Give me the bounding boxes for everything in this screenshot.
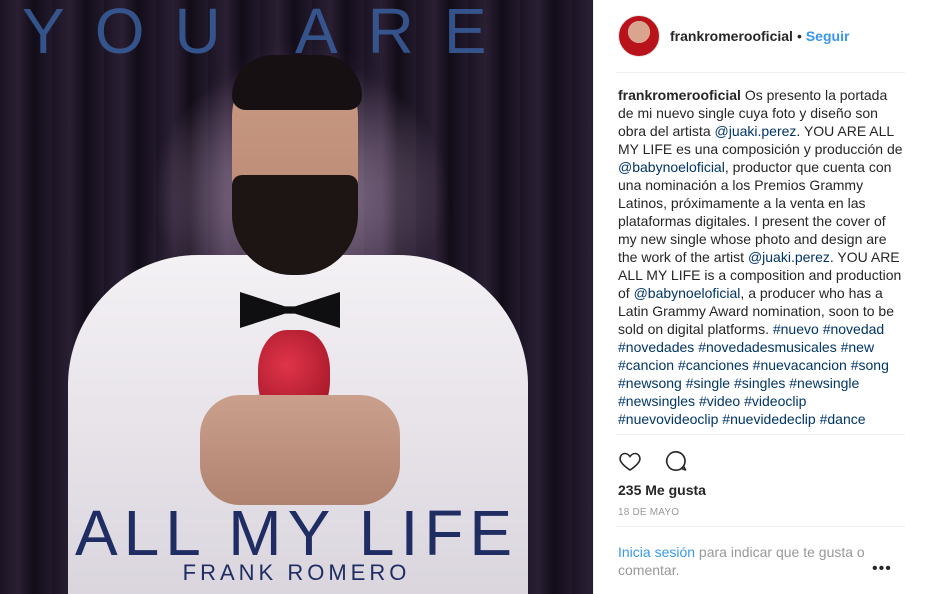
hashtag-link[interactable]: #nuevidedeclip: [722, 411, 815, 427]
post-header: frankromerooficial • Seguir: [594, 0, 925, 72]
post-date[interactable]: 18 DE MAYO: [618, 507, 679, 518]
hashtag-link[interactable]: #cancion: [618, 357, 674, 373]
hair: [232, 55, 362, 110]
follow-button[interactable]: Seguir: [806, 28, 850, 44]
footer-divider: [616, 526, 905, 527]
cover-title-bottom: ALL MY LIFE: [74, 497, 519, 569]
hashtag-link[interactable]: #video: [699, 393, 740, 409]
hashtag-link[interactable]: #novedad: [823, 321, 885, 337]
mention-link[interactable]: @juaki.perez: [715, 123, 797, 139]
hashtag-link[interactable]: #canciones: [678, 357, 749, 373]
mention-link[interactable]: @babynoeloficial: [618, 159, 725, 175]
hashtag-link[interactable]: #newsingles: [618, 393, 695, 409]
hashtag-link[interactable]: #nuevo: [773, 321, 819, 337]
heart-icon[interactable]: [618, 449, 642, 473]
caption: frankromerooficial Os presento la portad…: [618, 86, 906, 434]
post: YOU ARE ALL MY LIFE FRANK ROMERO frankro…: [0, 0, 925, 594]
caption-username[interactable]: frankromerooficial: [618, 87, 741, 103]
hashtag-link[interactable]: #nuevovideoclip: [618, 411, 718, 427]
comment-icon[interactable]: [664, 449, 688, 473]
more-options-icon[interactable]: •••: [872, 560, 892, 578]
hashtag-link[interactable]: #novedades: [618, 339, 694, 355]
hashtag-link[interactable]: #nuevacancion: [753, 357, 847, 373]
caption-divider: [616, 434, 905, 435]
cover-artist: FRANK ROMERO: [182, 560, 411, 585]
mention-link[interactable]: @juaki.perez: [748, 249, 830, 265]
hashtag-link[interactable]: #dance: [820, 411, 866, 427]
post-image[interactable]: YOU ARE ALL MY LIFE FRANK ROMERO: [0, 0, 593, 594]
hashtag-link[interactable]: #videoclip: [744, 393, 806, 409]
mention-link[interactable]: @babynoeloficial: [634, 285, 741, 301]
hashtag-link[interactable]: #singles: [734, 375, 785, 391]
avatar[interactable]: [618, 15, 660, 57]
separator-dot: •: [796, 28, 802, 44]
hashtag-link[interactable]: #single: [686, 375, 730, 391]
login-prompt: Inicia sesión para indicar que te gusta …: [618, 543, 888, 579]
hashtag-link[interactable]: #newsingle: [789, 375, 859, 391]
action-bar: [618, 446, 710, 476]
hashtag-link[interactable]: #new: [841, 339, 874, 355]
hashtag-link[interactable]: #newsong: [618, 375, 682, 391]
hashtag-link[interactable]: #song: [851, 357, 889, 373]
like-count[interactable]: 235 Me gusta: [618, 482, 706, 498]
post-sidebar: frankromerooficial • Seguir frankromeroo…: [593, 0, 925, 594]
hashtag-link[interactable]: #novedadesmusicales: [698, 339, 837, 355]
header-divider: [616, 72, 905, 73]
hands: [200, 395, 400, 505]
login-link[interactable]: Inicia sesión: [618, 544, 695, 560]
header-username[interactable]: frankromerooficial: [670, 28, 793, 44]
